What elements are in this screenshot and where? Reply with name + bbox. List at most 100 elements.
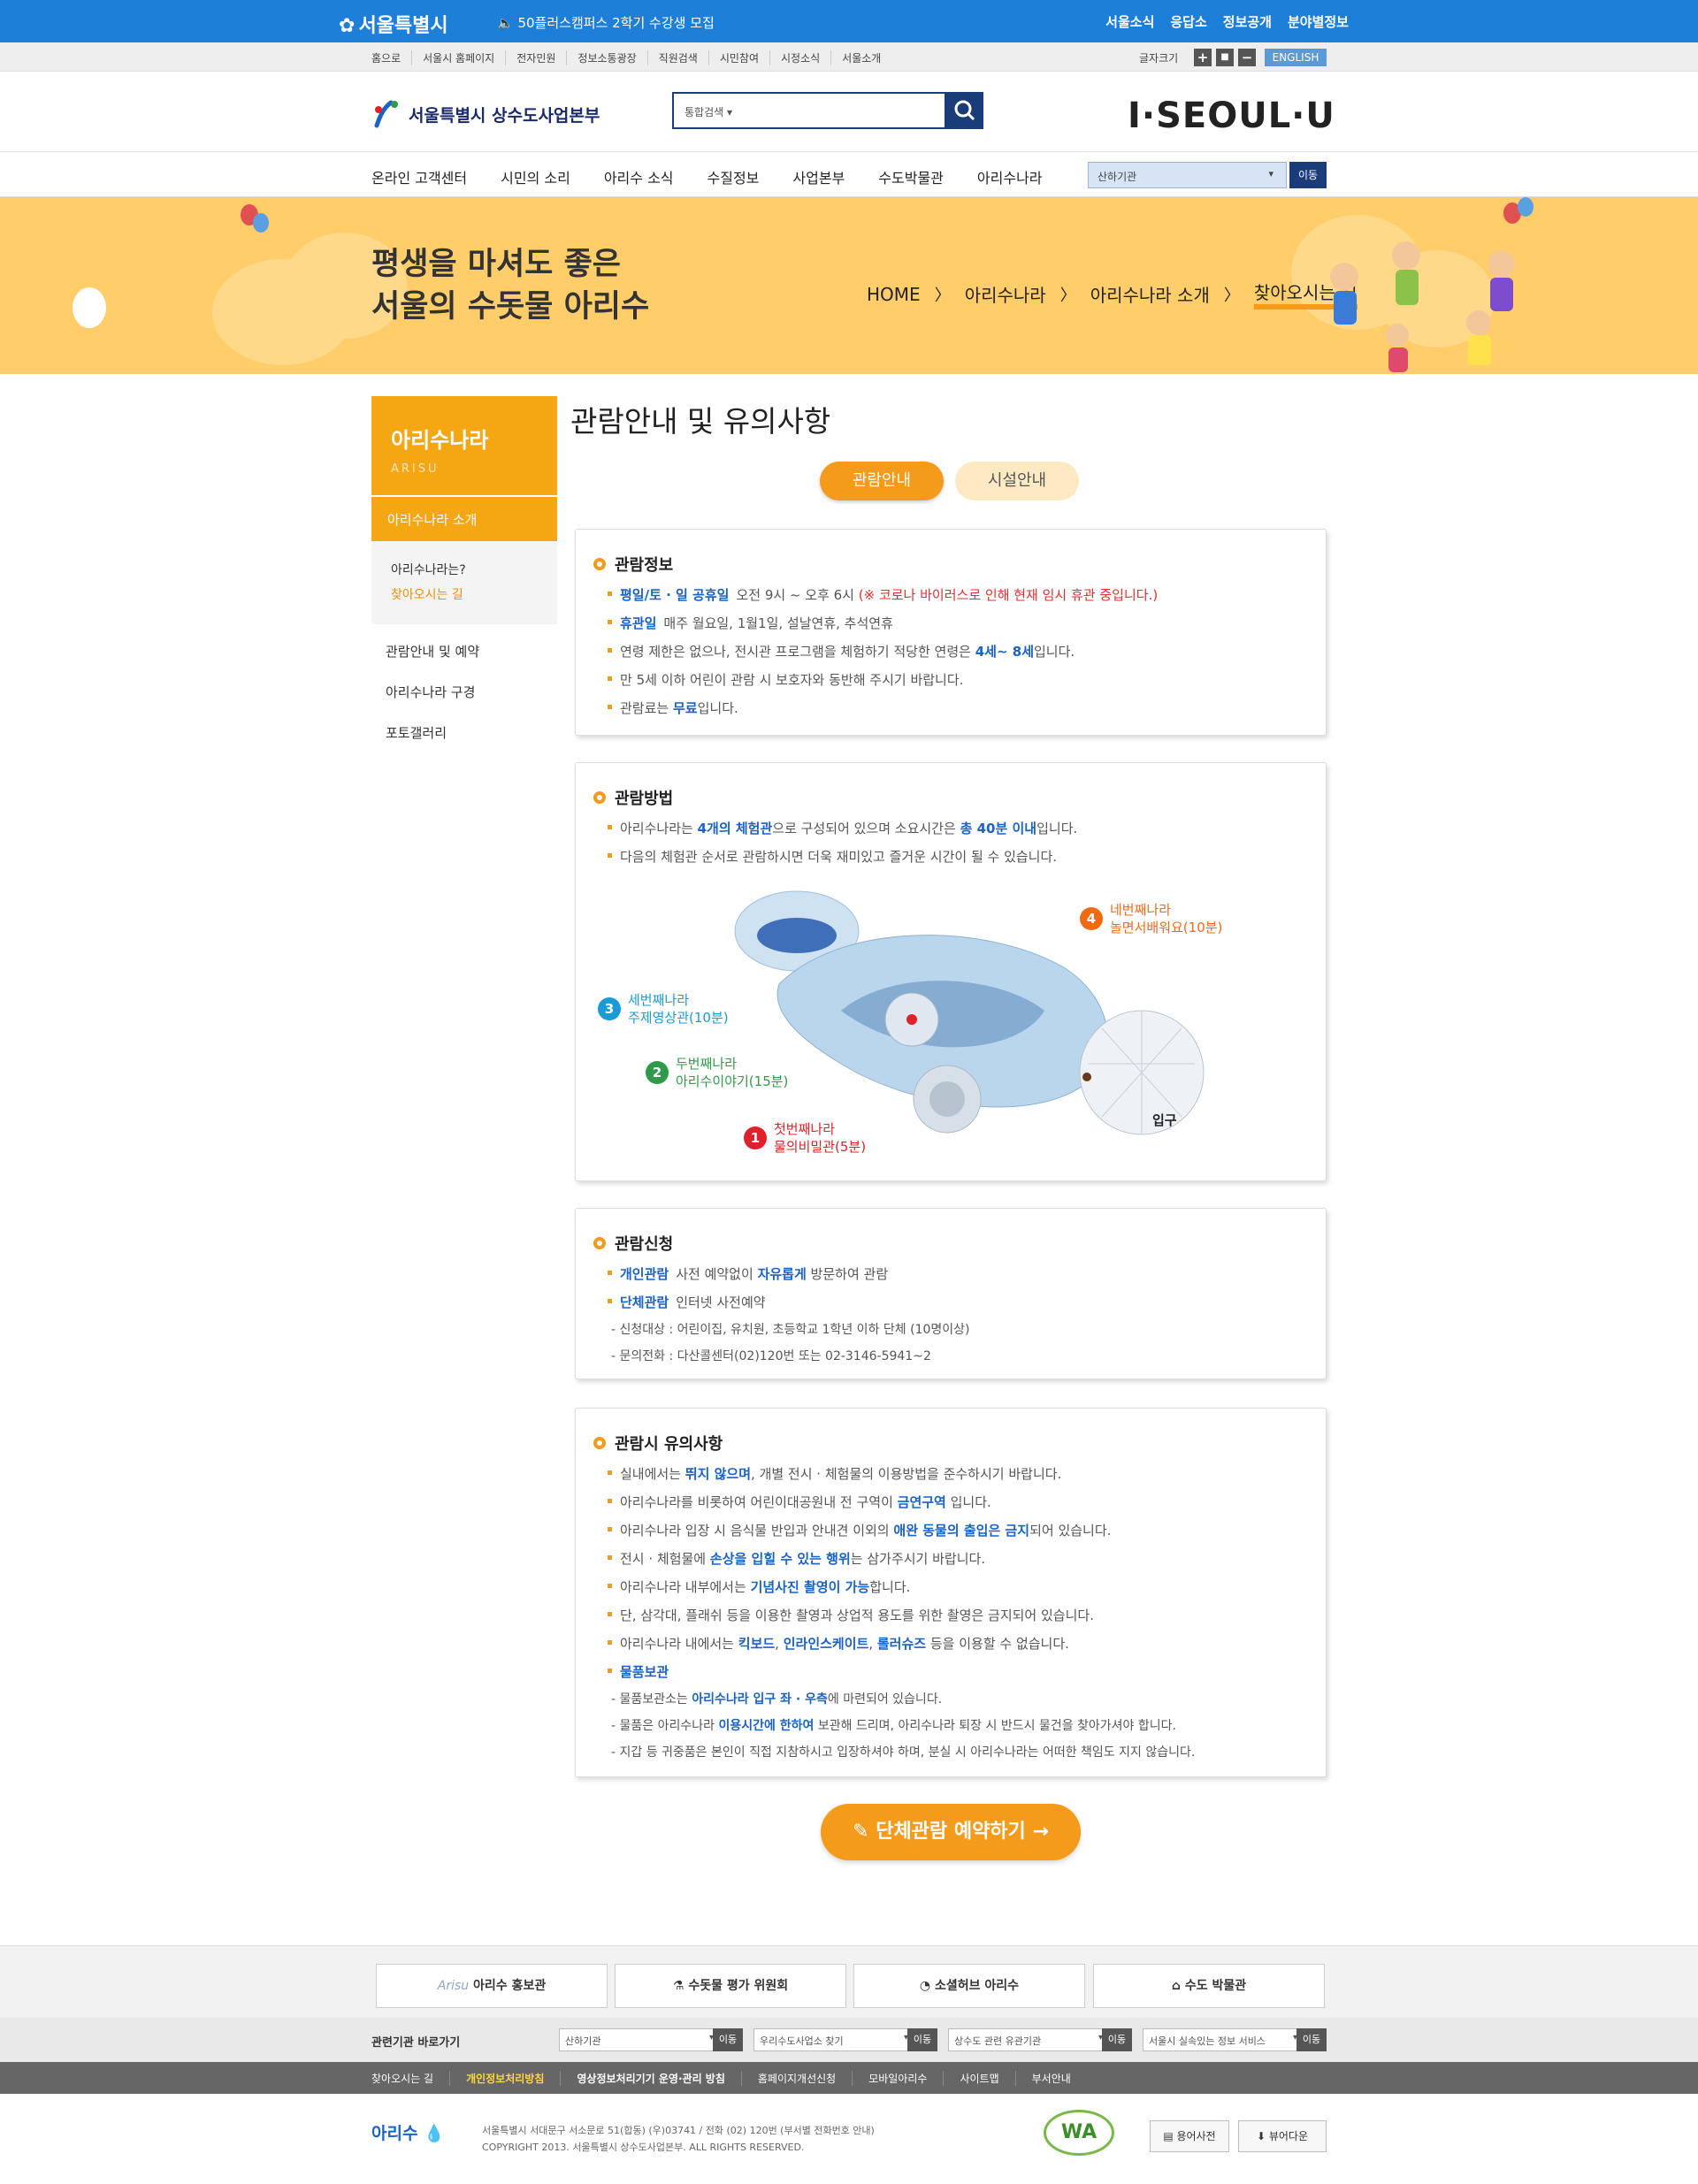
util-link-seoul[interactable]: 서울시 홈페이지: [411, 50, 505, 65]
arisu-mark-icon: Arisu: [437, 1979, 470, 1993]
gnb-museum[interactable]: 수도박물관: [878, 166, 944, 187]
arrow-right-icon: →: [1025, 1821, 1049, 1843]
exhibition-route-diagram: 1 첫번째나라 물의비밀관(5분) 2 두번째나라 아리수이야기(15분) 3 세번…: [598, 887, 1257, 1161]
breadcrumb-home[interactable]: HOME: [867, 284, 921, 305]
affiliate-go-button[interactable]: 이동: [1289, 162, 1327, 188]
list-item: 물품보관: [608, 1658, 1195, 1686]
list-item: - 물품보관소는 아리수나라 입구 좌 · 우측에 마련되어 있습니다.: [611, 1692, 943, 1707]
footer-link-directions[interactable]: 찾아오시는 길: [371, 2071, 449, 2086]
entrance-label: 입구: [1152, 1112, 1177, 1128]
tab-facility-guide[interactable]: 시설안내: [955, 462, 1079, 500]
site-footer: 아리수 💧 서울특별시 서대문구 서소문로 51(합동) (우)03741 / …: [0, 2094, 1698, 2184]
quick-link-evaluation-committee[interactable]: ⚗ 수돗물 평가 위원회: [615, 1964, 846, 2008]
footer-link-privacy[interactable]: 개인정보처리방침: [449, 2071, 560, 2086]
iseoulu-brand: I·SEOUL·U: [1128, 95, 1335, 136]
top-link-info-disclosure[interactable]: 정보공개: [1223, 12, 1272, 31]
number-1-icon: 1: [744, 1126, 767, 1149]
util-link-participation[interactable]: 시민참여: [708, 50, 769, 65]
tab-visit-guide[interactable]: 관람안내: [820, 462, 944, 500]
viewer-download-button[interactable]: ⬇ 뷰어다운: [1238, 2120, 1327, 2152]
main-navigation: 온라인 고객센터 시민의 소리 아리수 소식 수질정보 사업본부 수도박물관 아…: [0, 153, 1698, 197]
related-go-button[interactable]: 이동: [907, 2028, 937, 2051]
footer-link-cctv-policy[interactable]: 영상정보처리기기 운영·관리 방침: [560, 2071, 740, 2086]
related-go-button[interactable]: 이동: [1102, 2028, 1132, 2051]
gnb-business[interactable]: 사업본부: [792, 166, 845, 187]
breadcrumb: HOME 〉 아리수나라 〉 아리수나라 소개 〉 찾아오시는 길: [867, 279, 1358, 309]
util-link-home[interactable]: 홈으로: [371, 50, 411, 65]
gnb-citizen-voice[interactable]: 시민의 소리: [501, 166, 570, 187]
section-title: 관람방법: [593, 786, 673, 809]
caution-box: 관람시 유의사항 실내에서는 뛰지 않으며, 개별 전시 · 체험물의 이용방법…: [575, 1408, 1327, 1777]
utility-bar: 홈으로 서울시 홈페이지 전자민원 정보소통광장 직원검색 시민참여 시정소식 …: [0, 42, 1698, 72]
visit-method-box: 관람방법 아리수나라는 4개의 체험관으로 구성되어 있으며 소요시간은 총 4…: [575, 762, 1327, 1181]
list-item: - 지갑 등 귀중품은 본인이 직접 지참하시고 입장하셔야 하며, 분실 시 …: [611, 1745, 1196, 1760]
font-reset-button[interactable]: ■: [1216, 49, 1234, 66]
lnb-item-intro[interactable]: 아리수나라 소개: [371, 497, 557, 541]
search-input[interactable]: 통합검색 ▾: [672, 92, 946, 129]
lnb-item-photo-gallery[interactable]: 포토갤러리: [371, 713, 557, 753]
footer-link-sitemap[interactable]: 사이트맵: [943, 2071, 1014, 2086]
download-icon: ⬇: [1256, 2130, 1269, 2142]
top-links: 서울소식 응답소 정보공개 분야별정보: [1105, 12, 1349, 31]
breadcrumb-intro[interactable]: 아리수나라 소개: [1090, 281, 1210, 307]
list-item: 단체관람 인터넷 사전예약: [608, 1288, 970, 1317]
english-button[interactable]: ENGLISH: [1265, 49, 1327, 66]
gnb-customer-center[interactable]: 온라인 고객센터: [371, 166, 467, 187]
group-reservation-button[interactable]: ✎ 단체관람 예약하기 →: [821, 1804, 1081, 1860]
quick-link-social-hub[interactable]: ◔ 소셜허브 아리수: [853, 1964, 1085, 2008]
gnb-arisu-news[interactable]: 아리수 소식: [604, 166, 674, 187]
list-item: 단, 삼각대, 플래쉬 등을 이용한 촬영과 상업적 용도를 위한 촬영은 금지…: [608, 1601, 1195, 1630]
footer-link-departments[interactable]: 부서안내: [1014, 2071, 1087, 2086]
visit-info-list: 평일/토 · 일 공휴일 오전 9시 ~ 오후 6시 (※ 코로나 바이러스로 인…: [608, 581, 1158, 722]
flask-icon: ⚗: [672, 1979, 689, 1993]
side-navigation: 아리수나라 ARISU 아리수나라 소개 아리수나라는? 찾아오시는 길 관람안…: [371, 396, 557, 753]
util-link-info-square[interactable]: 정보소통광장: [566, 50, 646, 65]
lnb-item-visit-guide[interactable]: 관람안내 및 예약: [371, 631, 557, 672]
glossary-button[interactable]: ▤ 용어사전: [1150, 2120, 1229, 2152]
site-header: 서울특별시 상수도사업본부 통합검색 ▾ I·SEOUL·U: [0, 73, 1698, 152]
top-link-news[interactable]: 서울소식: [1105, 12, 1154, 31]
chevron-down-icon: ▾: [1268, 168, 1274, 179]
quick-link-museum[interactable]: ⌂ 수도 박물관: [1093, 1964, 1325, 2008]
chevron-right-icon: 〉: [1223, 286, 1240, 305]
util-link-about[interactable]: 서울소개: [830, 50, 891, 65]
footer-navigation: 찾아오시는 길 개인정보처리방침 영상정보처리기기 운영·관리 방침 홈페이지개…: [0, 2062, 1698, 2094]
gnb-arisu-land[interactable]: 아리수나라: [977, 166, 1043, 187]
related-select-services[interactable]: 서울시 실속있는 정보 서비스 ▾: [1143, 2028, 1304, 2051]
related-go-button[interactable]: 이동: [1296, 2028, 1327, 2051]
util-link-staff-search[interactable]: 직원검색: [646, 50, 708, 65]
list-item: 실내에서는 뛰지 않으며, 개별 전시 · 체험물의 이용방법을 준수하시기 바…: [608, 1460, 1195, 1488]
util-link-civil[interactable]: 전자민원: [505, 50, 566, 65]
list-item: 아리수나라 입장 시 음식물 반입과 안내견 이외의 애완 동물의 출입은 금지…: [608, 1516, 1195, 1545]
top-link-field-info[interactable]: 분야별정보: [1288, 12, 1349, 31]
related-select-agencies[interactable]: 상수도 관련 유관기관 ▾: [948, 2028, 1109, 2051]
footer-link-improvement[interactable]: 홈페이지개선신청: [740, 2071, 852, 2086]
quick-link-pr-hall[interactable]: Arisu 아리수 홍보관: [376, 1964, 608, 2008]
org-logo[interactable]: 서울특별시 상수도사업본부: [371, 99, 600, 129]
breadcrumb-arisu-land[interactable]: 아리수나라: [965, 281, 1046, 307]
footer-address: 서울특별시 서대문구 서소문로 51(합동) (우)03741 / 전화 (02…: [482, 2125, 875, 2153]
search-icon: [954, 100, 975, 121]
top-link-eungdapso[interactable]: 응답소: [1170, 12, 1206, 31]
font-decrease-button[interactable]: −: [1238, 49, 1256, 66]
lnb-item-tour[interactable]: 아리수나라 구경: [371, 672, 557, 713]
visit-info-box: 관람정보 평일/토 · 일 공휴일 오전 9시 ~ 오후 6시 (※ 코로나 바이…: [575, 529, 1327, 736]
seoul-logo[interactable]: ✿ 서울특별시: [339, 10, 452, 38]
search-button[interactable]: [946, 92, 983, 129]
gnb-water-quality[interactable]: 수질정보: [708, 166, 760, 187]
list-item: - 물품은 아리수나라 이용시간에 한하여 보관해 드리며, 아리수나라 퇴장 …: [611, 1719, 1176, 1733]
related-select-offices[interactable]: 우리수도사업소 찾기 ▾: [753, 2028, 914, 2051]
related-select-affiliates[interactable]: 산하기관 ▾: [559, 2028, 720, 2051]
lnb-menu: 관람안내 및 예약 아리수나라 구경 포토갤러리: [371, 631, 557, 753]
related-go-button[interactable]: 이동: [713, 2028, 743, 2051]
notice-ticker[interactable]: 🔈 50플러스캠퍼스 2학기 수강생 모집: [497, 13, 715, 32]
station-1-label: 1 첫번째나라 물의비밀관(5분): [744, 1120, 866, 1156]
util-link-city-news[interactable]: 시정소식: [769, 50, 830, 65]
station-2-label: 2 두번째나라 아리수이야기(15분): [646, 1055, 788, 1090]
list-item: 만 5세 이하 어린이 관람 시 보호자와 동반해 주시기 바랍니다.: [608, 666, 1158, 694]
footer-link-mobile[interactable]: 모바일아리수: [852, 2071, 943, 2086]
affiliate-select[interactable]: 산하기관 ▾: [1088, 162, 1287, 188]
font-increase-button[interactable]: +: [1194, 49, 1212, 66]
station-4-label: 4 네번째나라 놀면서배워요(10분): [1080, 901, 1222, 936]
search-scope-select[interactable]: 통합검색 ▾: [685, 104, 732, 119]
